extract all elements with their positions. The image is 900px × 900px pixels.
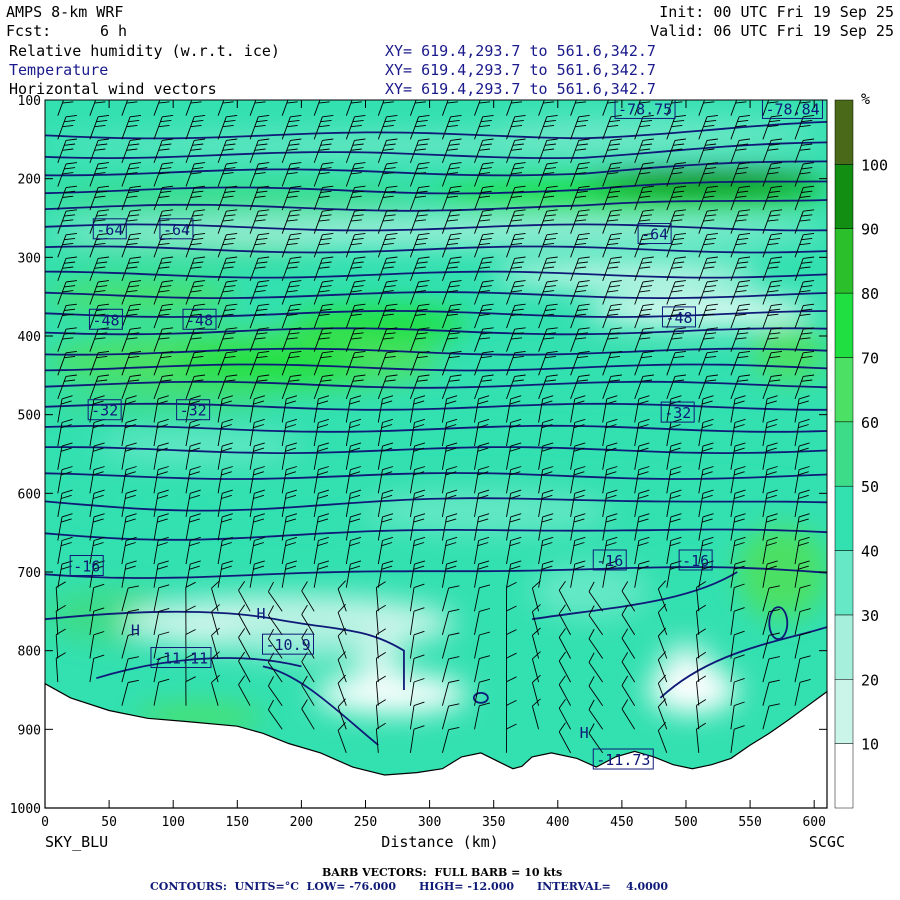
high-marker-2: H [580,724,589,742]
x-tick-label-9: 450 [610,815,633,830]
rh-blob-11 [583,296,815,325]
colorbar-tick-8: 90 [861,221,879,239]
temperature-label-8: -32 [91,402,118,420]
colorbar-tick-2: 30 [861,607,879,625]
colorbar-tick-1: 20 [861,671,879,689]
colorbar-tick-3: 40 [861,543,879,561]
cross-section-chart: -78.75 -78.84 -64 -64 -64 -48 -48 -48 -32 -32 -32 -… [10,90,888,851]
x-tick-label-5: 250 [354,815,377,830]
x-tick-label-7: 350 [482,815,505,830]
y-tick-label-2: 300 [18,251,41,266]
x-tick-label-4: 200 [290,815,313,830]
y-tick-label-7: 800 [18,645,41,660]
colorbar-segment-9 [834,164,854,229]
colorbar-segment-4 [834,485,854,551]
temperature-label-9: -32 [180,402,207,420]
rh-shading [45,100,827,808]
rh-blob-24 [314,674,469,714]
x-tick-label-0: 0 [41,815,49,830]
temperature-label-14: -11.11 [154,650,208,668]
colorbar-tick-5: 60 [861,414,879,432]
colorbar-tick-4: 50 [861,478,879,496]
high-marker-1: H [257,605,266,623]
temperature-label-0: -78.75 [618,100,672,118]
y-tick-label-8: 900 [18,723,41,738]
x-tick-label-10: 500 [674,815,697,830]
temperature-label-7: -48 [665,309,692,327]
colorbar-segment-3 [834,550,854,616]
temperature-label-11: -16 [73,557,100,575]
temperature-label-4: -64 [641,226,668,244]
colorbar-tick-9: 100 [861,156,888,174]
contour-legend: CONTOURS: UNITS=°C LOW= -76.000 HIGH= -1… [150,880,669,893]
colorbar-segment-6 [834,357,854,423]
colorbar-segment-8 [834,228,854,294]
colorbar-unit: % [861,90,870,108]
temperature-label-5: -48 [92,311,119,329]
x-tick-label-11: 550 [738,815,761,830]
temperature-label-10: -32 [664,404,691,422]
x-tick-label-2: 100 [161,815,184,830]
temperature-label-6: -48 [186,311,213,329]
colorbar-tick-6: 70 [861,349,879,367]
temperature-label-15: -10.9 [265,636,310,654]
y-tick-label-3: 400 [18,330,41,345]
y-tick-label-1: 200 [18,173,41,188]
rh-blob-15 [750,328,827,384]
colorbar-segment-1 [834,679,854,744]
colorbar-segment-0 [834,743,854,809]
x-tick-label-12: 600 [802,815,825,830]
temperature-label-16: -11.73 [596,751,650,769]
left-endpoint-label: SKY_BLU [45,833,108,851]
temperature-label-2: -64 [96,221,123,239]
x-tick-label-3: 150 [226,815,249,830]
barb-legend: BARB VECTORS: FULL BARB = 10 kts [322,866,563,879]
colorbar: 10 20 30 40 50 60 70 80 90 100 [834,99,888,809]
colorbar-segment-7 [834,292,854,358]
temperature-label-13: -16 [682,552,709,570]
temperature-label-3: -64 [163,221,190,239]
colorbar-segment-10 [834,99,854,165]
colorbar-segment-5 [834,421,854,487]
y-tick-label-9: 1000 [10,802,41,817]
y-tick-label-0: 100 [18,94,41,109]
x-axis-label: Distance (km) [381,833,498,851]
temperature-label-12: -16 [596,552,623,570]
y-tick-label-4: 500 [18,409,41,424]
x-tick-label-1: 50 [101,815,117,830]
temperature-label-1: -78.84 [765,100,819,118]
x-tick-label-8: 400 [546,815,569,830]
colorbar-tick-0: 10 [861,736,879,754]
right-endpoint-label: SCGC [809,833,845,851]
y-tick-label-6: 700 [18,566,41,581]
x-tick-label-6: 300 [418,815,441,830]
high-marker-0: H [131,622,140,640]
rh-blob-25 [352,642,404,675]
colorbar-segment-2 [834,614,854,680]
colorbar-tick-7: 80 [861,285,879,303]
y-tick-label-5: 600 [18,487,41,502]
